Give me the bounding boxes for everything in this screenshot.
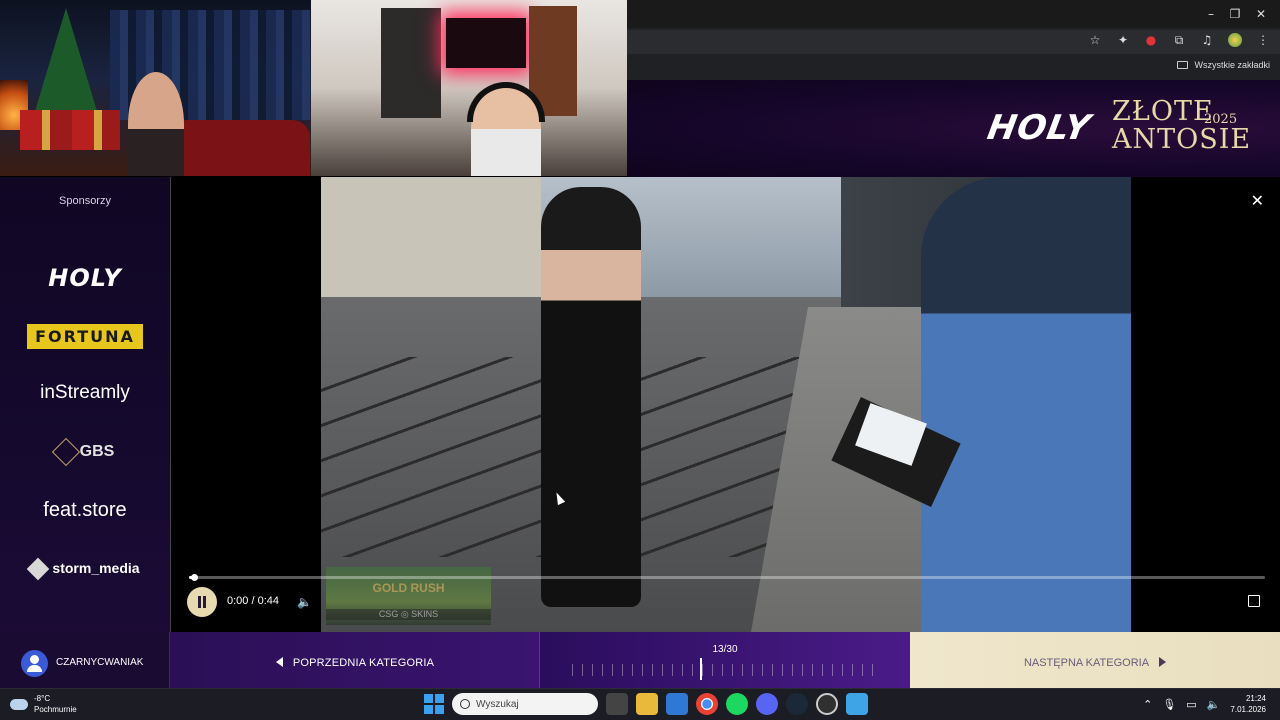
chrome-icon[interactable]	[696, 693, 718, 715]
file-explorer-icon[interactable]	[636, 693, 658, 715]
network-icon[interactable]: ▭	[1186, 698, 1196, 711]
tv-screen	[446, 18, 526, 68]
webcam-right	[311, 0, 627, 176]
sponsors-title: Sponsorzy	[59, 195, 111, 207]
obs-icon[interactable]	[816, 693, 838, 715]
sponsor-gbs: GBS	[0, 437, 170, 467]
gifts	[20, 110, 120, 150]
screen: – ❐ ✕ ☆ ✦ ● ⧉ ♫ ⋮ Wszystkie zakładki HOL…	[0, 0, 1280, 720]
restore-button[interactable]: ❐	[1222, 4, 1248, 24]
gbs-logo-icon	[51, 437, 80, 467]
category-progress: 13/30	[540, 632, 910, 688]
record-icon[interactable]: ●	[1144, 33, 1158, 48]
minimize-button[interactable]: –	[1198, 4, 1224, 24]
clock-time: 21:24	[1245, 694, 1266, 703]
close-icon[interactable]: ✕	[1251, 191, 1264, 210]
event-year: 2025	[1204, 112, 1238, 127]
menu-icon[interactable]: ⋮	[1256, 33, 1270, 48]
prev-category-row: POPRZEDNIA KATEGORIA	[170, 657, 540, 669]
overlay-ad-title: GOLD RUSH	[372, 581, 445, 595]
taskbar: -8°C Pochmurnie Wyszukaj ⌃ 🎙 ▭ 🔈 21:24 7…	[0, 688, 1280, 720]
puzzle-icon[interactable]: ⧉	[1172, 33, 1186, 48]
weather-condition: Pochmurnie	[34, 705, 77, 714]
next-category-button[interactable]: NASTĘPNA KATEGORIA	[910, 632, 1280, 688]
media-icon[interactable]: ♫	[1200, 33, 1214, 48]
microphone-icon[interactable]: 🎙	[1162, 698, 1176, 711]
browser-toolbar: ☆ ✦ ● ⧉ ♫ ⋮	[1088, 33, 1270, 48]
browser-window: – ❐ ✕ ☆ ✦ ● ⧉ ♫ ⋮ Wszystkie zakładki	[627, 0, 1280, 80]
spotify-icon[interactable]	[726, 693, 748, 715]
pause-button[interactable]	[187, 587, 217, 617]
cloud-icon	[10, 698, 28, 710]
store-icon[interactable]	[666, 693, 688, 715]
paint-icon[interactable]	[846, 693, 868, 715]
arrow-left-icon	[275, 657, 283, 667]
sofa	[170, 120, 310, 176]
bookmarks-bar: Wszystkie zakładki	[627, 56, 1280, 78]
sponsor-fortuna: FORTUNA	[0, 324, 170, 349]
weather-temperature: -8°C	[34, 694, 51, 703]
user-box[interactable]: CZARNYCWANIAK	[0, 632, 170, 688]
event-title-line2: ANTOSIE	[1112, 124, 1252, 155]
sponsor-featstore: feat.store	[43, 499, 127, 521]
overlay-ad-sub: CSG ◎ SKINS	[326, 609, 491, 620]
next-category-row: NASTĘPNA KATEGORIA	[910, 657, 1280, 669]
holy-logo: HOLY	[984, 108, 1094, 148]
video-woman	[541, 187, 641, 607]
task-view-icon[interactable]	[606, 693, 628, 715]
video-officer	[921, 177, 1131, 632]
volume-icon[interactable]: 🔈	[297, 595, 312, 609]
streamer-left	[128, 72, 184, 176]
sponsor-gbs-label: GBS	[79, 443, 115, 461]
arrow-right-icon	[1159, 657, 1167, 667]
folder-icon	[1177, 61, 1189, 69]
prev-category-button[interactable]: POPRZEDNIA KATEGORIA	[170, 632, 540, 688]
star-icon[interactable]: ☆	[1088, 33, 1102, 48]
video-frame[interactable]: GOLD RUSH CSG ◎ SKINS	[321, 177, 1131, 632]
webcam-left	[0, 0, 311, 176]
video-progress-knob[interactable]	[191, 574, 199, 581]
sponsor-stormmedia: storm_media	[0, 557, 170, 581]
shelf	[381, 8, 441, 118]
sponsor-holy: HOLY	[48, 264, 122, 292]
speaker-icon[interactable]: 🔈	[1207, 698, 1221, 711]
sponsor-storm-label: storm_media	[52, 560, 140, 576]
video-time: 0:00 / 0:44	[227, 595, 279, 607]
username: CZARNYCWANIAK	[56, 657, 144, 668]
video-building-left	[321, 177, 541, 297]
storm-logo-icon	[27, 557, 50, 581]
steam-icon[interactable]	[786, 693, 808, 715]
sponsors-sidebar: Sponsorzy HOLY FORTUNA inStreamly GBS fe…	[0, 177, 170, 632]
discord-icon[interactable]	[756, 693, 778, 715]
avatar	[21, 650, 48, 677]
close-window-button[interactable]: ✕	[1248, 4, 1274, 24]
weather-widget[interactable]: -8°C Pochmurnie	[10, 693, 77, 715]
clock-date: 7.01.2026	[1230, 705, 1266, 714]
all-bookmarks-button[interactable]: Wszystkie zakładki	[1177, 60, 1270, 70]
taskbar-apps: Wyszukaj	[424, 693, 868, 715]
system-tray: ⌃ 🎙 ▭ 🔈 21:24 7.01.2026	[1143, 693, 1266, 715]
extension-icon[interactable]: ✦	[1116, 33, 1130, 48]
sponsor-fortuna-label: FORTUNA	[27, 324, 143, 349]
video-progress-bar[interactable]	[189, 574, 1265, 581]
category-current-tick	[700, 658, 703, 680]
next-category-label: NASTĘPNA KATEGORIA	[1023, 657, 1150, 669]
fullscreen-icon[interactable]	[1248, 595, 1260, 607]
video-player[interactable]: GOLD RUSH CSG ◎ SKINS ✕ 0:00 / 0:44 🔈	[170, 177, 1280, 632]
title-bar: – ❐ ✕	[627, 0, 1280, 28]
category-ticks	[572, 664, 882, 676]
weather-text: -8°C Pochmurnie	[34, 693, 77, 715]
tray-overflow-icon[interactable]: ⌃	[1143, 698, 1152, 711]
start-icon[interactable]	[424, 694, 444, 714]
taskbar-search[interactable]: Wyszukaj	[452, 693, 598, 715]
profile-icon[interactable]	[1228, 33, 1242, 47]
search-placeholder: Wyszukaj	[476, 698, 519, 710]
clock[interactable]: 21:24 7.01.2026	[1230, 693, 1266, 715]
category-counter: 13/30	[712, 644, 738, 655]
sponsor-instreamly: inStreamly	[40, 382, 130, 403]
search-icon	[460, 699, 470, 709]
all-bookmarks-label: Wszystkie zakładki	[1194, 60, 1270, 70]
prev-category-label: POPRZEDNIA KATEGORIA	[292, 657, 435, 669]
category-nav: CZARNYCWANIAK POPRZEDNIA KATEGORIA 13/30…	[0, 632, 1280, 688]
